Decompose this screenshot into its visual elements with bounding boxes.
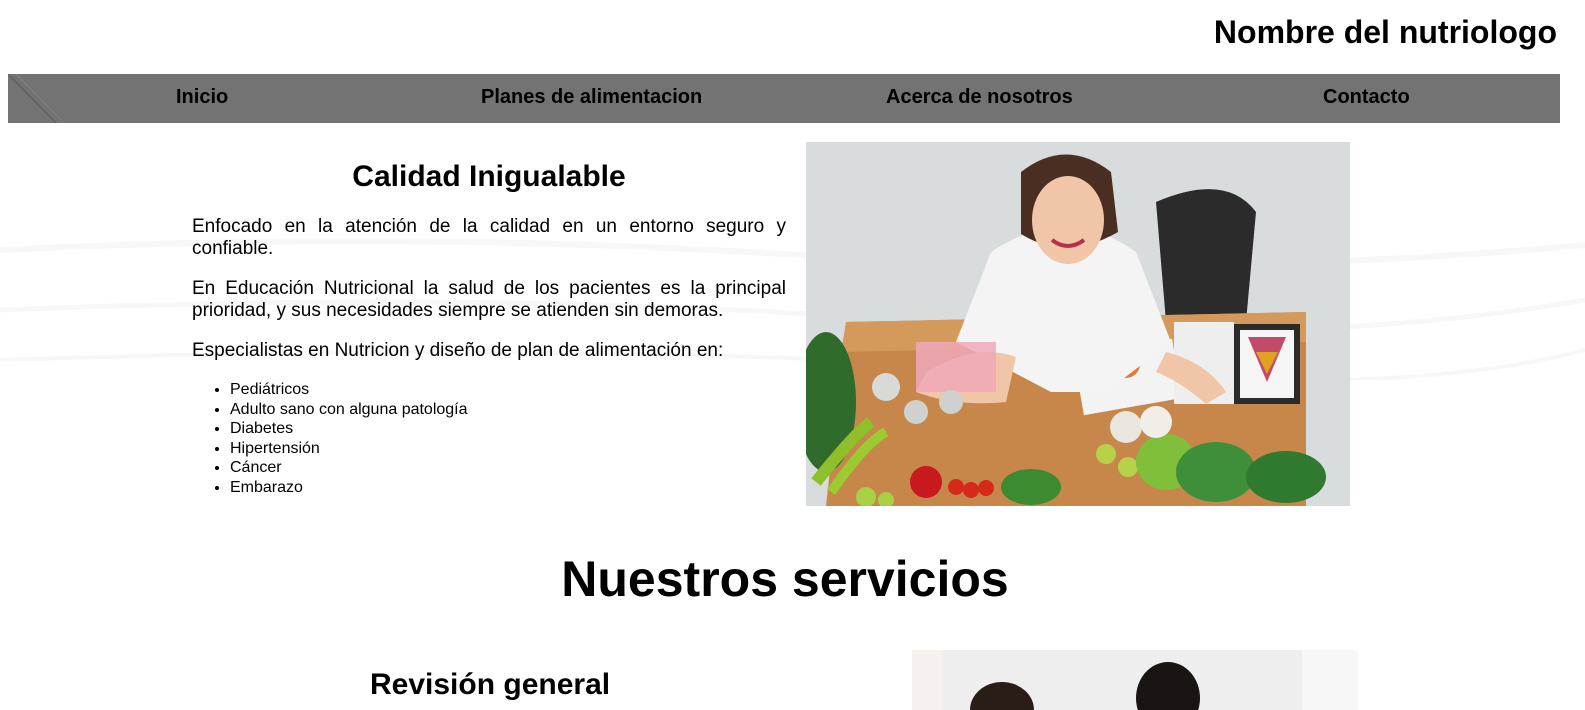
service-heading-revision: Revisión general — [370, 668, 611, 701]
nav-corner-decoration — [8, 74, 65, 123]
intro-paragraph-2: En Educación Nutricional la salud de los… — [192, 278, 786, 321]
intro-section: Calidad Inigualable Enfocado en la atenc… — [192, 160, 786, 497]
nav-item-contacto[interactable]: Contacto — [1323, 86, 1410, 109]
list-item: Cáncer — [230, 458, 786, 478]
list-item: Embarazo — [230, 478, 786, 498]
intro-heading: Calidad Inigualable — [352, 160, 626, 193]
nav-item-planes[interactable]: Planes de alimentacion — [481, 86, 702, 109]
nutritionist-photo — [806, 142, 1350, 506]
nav-item-acerca[interactable]: Acerca de nosotros — [886, 86, 1073, 109]
site-title: Nombre del nutriologo — [1213, 14, 1557, 50]
services-title: Nuestros servicios — [561, 551, 1009, 607]
main-navbar: Inicio Planes de alimentacion Acerca de … — [8, 74, 1560, 123]
list-item: Hipertensión — [230, 439, 786, 459]
consultation-photo — [912, 650, 1358, 710]
list-item: Pediátricos — [230, 380, 786, 400]
list-item: Diabetes — [230, 419, 786, 439]
nav-item-inicio[interactable]: Inicio — [176, 86, 228, 109]
specialties-list: Pediátricos Adulto sano con alguna patol… — [192, 380, 786, 497]
list-item: Adulto sano con alguna patología — [230, 400, 786, 420]
intro-paragraph-3: Especialistas en Nutricion y diseño de p… — [192, 340, 724, 361]
intro-paragraph-1: Enfocado en la atención de la calidad en… — [192, 216, 786, 259]
